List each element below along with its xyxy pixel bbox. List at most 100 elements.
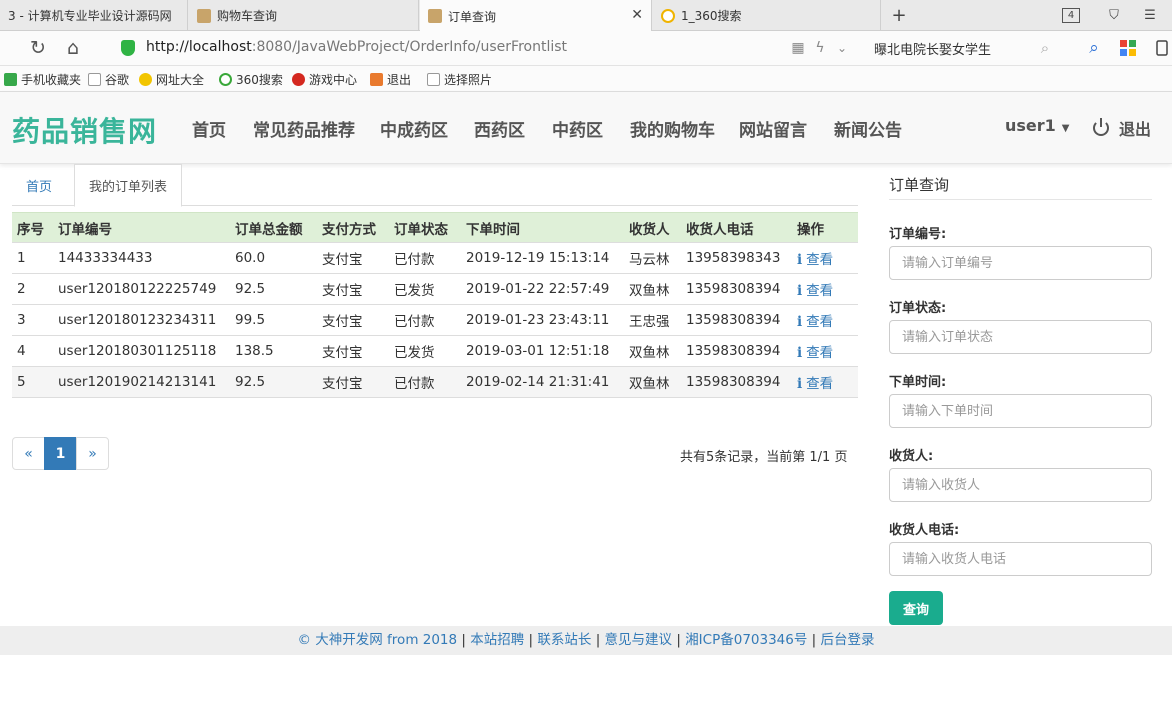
logout-label: 退出 bbox=[1119, 120, 1152, 139]
security-shield-icon[interactable] bbox=[121, 40, 135, 56]
bookmark-item[interactable]: 网址大全 bbox=[139, 70, 204, 88]
nav-guestbook[interactable]: 网站留言 bbox=[739, 116, 807, 141]
shirt-icon[interactable]: ⛉ bbox=[1104, 5, 1124, 25]
360-search-icon bbox=[661, 8, 675, 23]
bookmark-item[interactable]: 退出 bbox=[370, 70, 411, 88]
nav-home[interactable]: 首页 bbox=[192, 116, 226, 141]
table-row: 3 user120180123234311 99.5 支付宝 已付款 2019-… bbox=[12, 304, 858, 336]
col-action: 操作 bbox=[792, 212, 858, 243]
info-icon: i bbox=[797, 345, 803, 361]
game-icon bbox=[292, 72, 305, 86]
reload-icon[interactable]: ↻ bbox=[27, 37, 49, 59]
nav-my-cart[interactable]: 我的购物车 bbox=[630, 116, 715, 141]
view-label[interactable]: 查看 bbox=[806, 376, 833, 392]
receiver-phone-input[interactable] bbox=[889, 542, 1152, 576]
user-dropdown[interactable]: user1 ▼ bbox=[1005, 116, 1070, 135]
browser-tab[interactable]: 3 - 计算机专业毕业设计源码网 bbox=[0, 0, 188, 31]
search-button[interactable]: 查询 bbox=[889, 591, 943, 625]
receiver-label: 收货人: bbox=[889, 449, 934, 464]
nav-chinese-medicine[interactable]: 中药区 bbox=[552, 116, 603, 141]
cell-receiver: 双鱼林 bbox=[624, 366, 681, 398]
next-page-button[interactable]: » bbox=[76, 437, 109, 470]
footer-separator: | bbox=[672, 632, 686, 648]
col-index: 序号 bbox=[12, 212, 53, 243]
tab-label: 购物车查询 bbox=[217, 9, 278, 23]
cell-total: 99.5 bbox=[230, 304, 317, 336]
logout-button[interactable]: 退出 bbox=[1093, 116, 1151, 140]
view-label[interactable]: 查看 bbox=[806, 252, 833, 268]
bookmark-item[interactable]: 选择照片 bbox=[427, 70, 492, 88]
globe-icon bbox=[139, 72, 152, 86]
page-icon bbox=[427, 72, 440, 86]
cell-payment: 支付宝 bbox=[317, 366, 389, 398]
magnifier-icon[interactable]: ⌕ bbox=[1083, 37, 1105, 59]
breadcrumb: 首页 我的订单列表 bbox=[12, 164, 858, 207]
browser-tab[interactable]: 购物车查询 bbox=[189, 0, 419, 31]
home-icon[interactable]: ⌂ bbox=[62, 37, 84, 59]
close-tab-icon[interactable]: ✕ bbox=[631, 7, 643, 23]
breadcrumb-current[interactable]: 我的订单列表 bbox=[74, 164, 183, 207]
lightning-icon[interactable]: ϟ bbox=[809, 37, 831, 59]
cell-order-time: 2019-01-23 23:43:11 bbox=[461, 304, 624, 336]
cell-status: 已付款 bbox=[389, 242, 461, 274]
logout-icon bbox=[370, 72, 383, 86]
footer-link-recruit[interactable]: 本站招聘 bbox=[470, 632, 524, 648]
page-1-button[interactable]: 1 bbox=[44, 437, 77, 470]
prev-page-button[interactable]: « bbox=[12, 437, 45, 470]
page-icon bbox=[88, 72, 101, 86]
cell-receiver: 双鱼林 bbox=[624, 273, 681, 305]
menu-icon[interactable]: ☰ bbox=[1140, 5, 1160, 25]
view-label[interactable]: 查看 bbox=[806, 283, 833, 299]
view-link[interactable]: i 查看 bbox=[792, 366, 858, 398]
view-link[interactable]: i 查看 bbox=[792, 273, 858, 305]
footer-link-feedback[interactable]: 意见与建议 bbox=[605, 632, 673, 648]
browser-tab-active[interactable]: 订单查询 ✕ bbox=[420, 0, 652, 32]
orders-table: 序号 订单编号 订单总金额 支付方式 订单状态 下单时间 收货人 收货人电话 操… bbox=[12, 212, 858, 398]
footer-link-icp[interactable]: 湘ICP备0703346号 bbox=[685, 632, 807, 648]
address-bar: ↻ ⌂ http://localhost:8080/JavaWebProject… bbox=[0, 31, 1172, 66]
order-no-input[interactable] bbox=[889, 246, 1152, 280]
footer-link-contact[interactable]: 联系站长 bbox=[537, 632, 591, 648]
cell-total: 138.5 bbox=[230, 335, 317, 367]
search-icon[interactable]: ⌕ bbox=[1034, 37, 1056, 59]
receiver-input[interactable] bbox=[889, 468, 1152, 502]
browser-tab[interactable]: 1_360搜索 bbox=[653, 0, 881, 31]
cell-payment: 支付宝 bbox=[317, 304, 389, 336]
bookmark-item[interactable]: 360搜索 bbox=[219, 70, 283, 88]
phone-icon[interactable] bbox=[1151, 37, 1172, 59]
chevron-down-icon[interactable]: ⌄ bbox=[831, 37, 853, 59]
nav-patent-medicine[interactable]: 中成药区 bbox=[380, 116, 448, 141]
apps-grid-icon[interactable] bbox=[1117, 37, 1139, 59]
info-icon: i bbox=[797, 252, 803, 268]
bookmark-item[interactable]: 游戏中心 bbox=[292, 70, 357, 88]
nav-western-medicine[interactable]: 西药区 bbox=[474, 116, 525, 141]
footer-link-admin-login[interactable]: 后台登录 bbox=[821, 632, 875, 648]
breadcrumb-home[interactable]: 首页 bbox=[12, 164, 66, 206]
qr-code-icon[interactable]: ▦ bbox=[787, 37, 809, 59]
caret-down-icon: ▼ bbox=[1061, 123, 1070, 134]
cell-order-time: 2019-03-01 12:51:18 bbox=[461, 335, 624, 367]
cell-total: 92.5 bbox=[230, 273, 317, 305]
view-link[interactable]: i 查看 bbox=[792, 335, 858, 367]
order-status-input[interactable] bbox=[889, 320, 1152, 354]
power-icon bbox=[1093, 118, 1109, 136]
view-label[interactable]: 查看 bbox=[806, 314, 833, 330]
table-header-row: 序号 订单编号 订单总金额 支付方式 订单状态 下单时间 收货人 收货人电话 操… bbox=[12, 212, 858, 243]
bookmark-item[interactable]: 手机收藏夹 bbox=[4, 70, 81, 88]
footer-copyright[interactable]: © 大神开发网 from 2018 bbox=[297, 632, 457, 648]
360-search-icon bbox=[219, 72, 232, 86]
bookmark-item[interactable]: 谷歌 bbox=[88, 70, 129, 88]
nav-news[interactable]: 新闻公告 bbox=[834, 116, 902, 141]
site-brand[interactable]: 药品销售网 bbox=[12, 110, 157, 150]
tab-count-badge[interactable]: 4 bbox=[1062, 8, 1080, 23]
order-no-label: 订单编号: bbox=[889, 227, 947, 242]
nav-common-drugs[interactable]: 常见药品推荐 bbox=[253, 116, 355, 141]
order-time-input[interactable] bbox=[889, 394, 1152, 428]
url-field[interactable]: http://localhost:8080/JavaWebProject/Ord… bbox=[146, 39, 567, 55]
cell-payment: 支付宝 bbox=[317, 335, 389, 367]
page-favicon-icon bbox=[197, 8, 211, 23]
new-tab-button[interactable]: + bbox=[889, 5, 909, 26]
view-label[interactable]: 查看 bbox=[806, 345, 833, 361]
view-link[interactable]: i 查看 bbox=[792, 242, 858, 274]
view-link[interactable]: i 查看 bbox=[792, 304, 858, 336]
